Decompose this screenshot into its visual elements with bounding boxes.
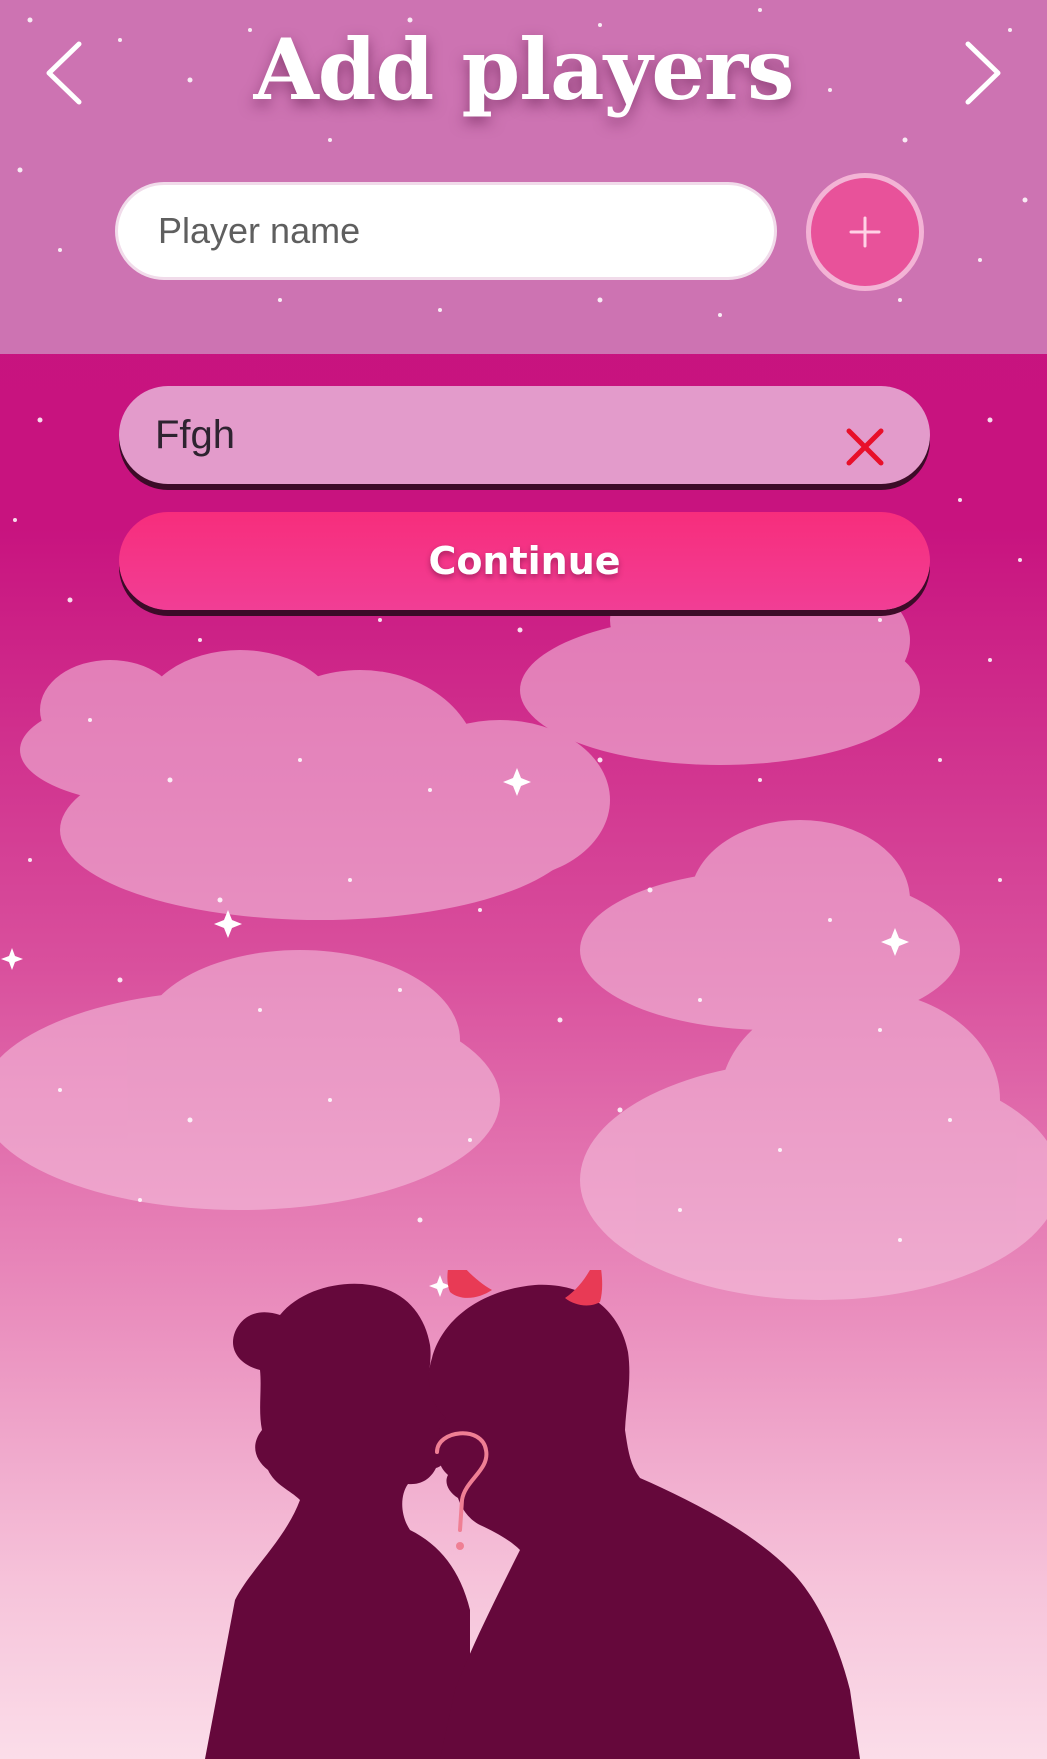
close-icon[interactable] (844, 426, 886, 468)
player-name-input[interactable] (115, 182, 777, 280)
continue-button[interactable]: Continue (119, 512, 930, 610)
player-name: Ffgh (155, 413, 236, 457)
couple-silhouette-illustration (205, 1270, 860, 1759)
plus-icon (849, 216, 881, 248)
player-list-item: Ffgh (119, 386, 930, 484)
chevron-right-icon (965, 41, 1001, 105)
page-title: Add players (253, 20, 795, 119)
add-player-button[interactable] (806, 173, 924, 291)
forward-button[interactable] (949, 38, 1019, 108)
